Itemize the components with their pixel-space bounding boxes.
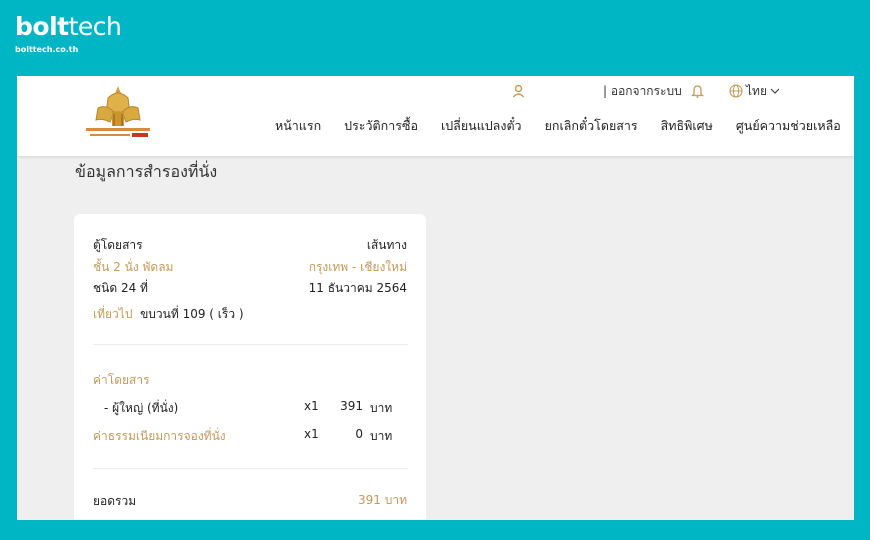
nav-change-ticket[interactable]: เปลี่ยนแปลงตั๋ว — [441, 116, 522, 136]
language-label: ไทย — [746, 83, 767, 98]
main-nav: หน้าแรก ประวัติการซื้อ เปลี่ยนแปลงตั๋ว ย… — [275, 116, 841, 136]
booking-card: ตู้โดยสาร เส้นทาง ชั้น 2 นั่ง พัดลม กรุง… — [74, 214, 426, 520]
bolttech-logo: bolttech — [15, 12, 122, 41]
car-label: ตู้โดยสาร — [93, 238, 143, 252]
nav-privileges[interactable]: สิทธิพิเศษ — [661, 116, 713, 136]
bolttech-brand: bolttech bolttech.co.th — [15, 12, 122, 54]
site-header: | ออกจากระบบ ไทย หน้าแรก ประวัติการซื้อ … — [17, 76, 854, 156]
seat-type: ชนิด 24 ที่ — [93, 281, 148, 295]
chevron-down-icon — [770, 88, 780, 94]
fare-item-qty: x1 — [304, 427, 319, 441]
route-value: กรุงเทพ - เชียงใหม่ — [308, 260, 407, 274]
nav-purchase-history[interactable]: ประวัติการซื้อ — [344, 116, 418, 136]
logout-link[interactable]: | ออกจากระบบ — [603, 82, 682, 100]
car-value: ชั้น 2 นั่ง พัดลม — [93, 260, 174, 274]
user-icon[interactable] — [512, 82, 525, 100]
route-label: เส้นทาง — [366, 238, 407, 252]
total-value: 391 บาท — [358, 493, 407, 507]
travel-date: 11 ธันวาคม 2564 — [308, 281, 407, 295]
globe-icon — [729, 84, 743, 98]
nav-cancel-ticket[interactable]: ยกเลิกตั๋วโดยสาร — [545, 116, 638, 136]
bell-icon[interactable] — [691, 82, 704, 100]
total-label: ยอดรวม — [93, 494, 137, 508]
fare-item-unit: บาท — [370, 429, 393, 443]
page-title: ข้อมูลการสำรองที่นั่ง — [75, 162, 218, 181]
trip-label: เที่ยวไป — [93, 307, 133, 321]
train-number: ขบวนที่ 109 ( เร็ว ) — [140, 307, 244, 321]
srt-logo[interactable] — [84, 84, 152, 144]
nav-help-center[interactable]: ศูนย์ความช่วยเหลือ — [736, 116, 841, 136]
browser-frame: | ออกจากระบบ ไทย หน้าแรก ประวัติการซื้อ … — [17, 76, 854, 520]
fare-item-unit: บาท — [370, 401, 393, 415]
fare-item-amount: 0 — [355, 427, 363, 441]
fare-item-qty: x1 — [304, 399, 319, 413]
fare-item-label: - ผู้ใหญ่ (ที่นั่ง) — [104, 401, 179, 415]
divider — [93, 344, 408, 345]
fare-item-amount: 391 — [340, 399, 363, 413]
brand-url: bolttech.co.th — [15, 45, 79, 54]
fare-item-label: ค่าธรรมเนียมการจองที่นั่ง — [93, 429, 226, 443]
divider — [93, 468, 408, 469]
language-selector[interactable]: ไทย — [729, 82, 780, 100]
trip-info: เที่ยวไป ขบวนที่ 109 ( เร็ว ) — [93, 305, 244, 324]
fare-title: ค่าโดยสาร — [93, 373, 150, 387]
nav-home[interactable]: หน้าแรก — [275, 116, 321, 136]
